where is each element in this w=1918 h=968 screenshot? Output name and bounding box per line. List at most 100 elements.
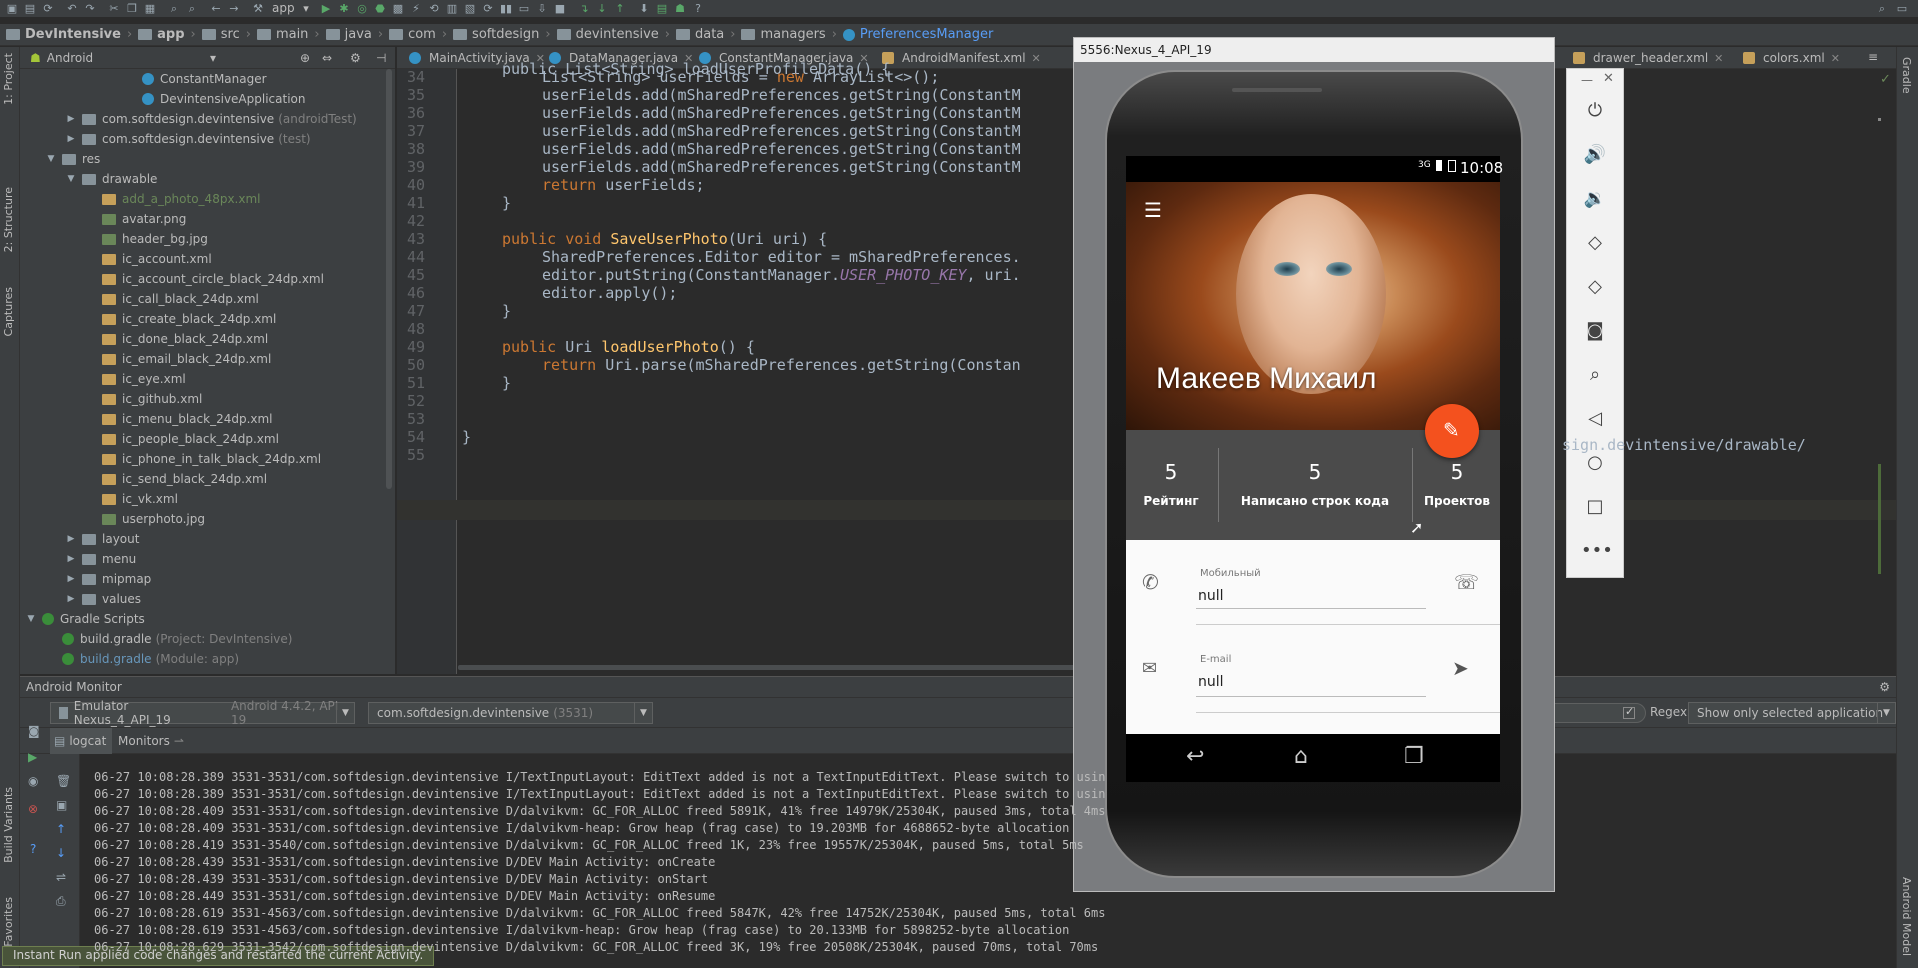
edit-fab-button[interactable]: ✎ xyxy=(1425,404,1479,458)
tree-item[interactable]: ▶ values xyxy=(66,589,142,609)
breadcrumb-item[interactable]: softdesign › xyxy=(453,27,551,42)
avd-manager-icon[interactable]: ▤ xyxy=(656,3,668,15)
favorites-tool-tab[interactable]: Favorites xyxy=(2,897,15,947)
redo-icon[interactable]: ↷ xyxy=(84,3,96,15)
help-icon[interactable]: ? xyxy=(30,842,36,856)
close-icon[interactable]: ✕ xyxy=(1831,52,1840,65)
tree-item[interactable]: build.gradle (Module: app) xyxy=(46,649,239,669)
rotate-left-icon[interactable]: ◇ xyxy=(1581,229,1609,257)
debug-icon[interactable]: ✱ xyxy=(338,3,350,15)
close-icon[interactable]: ✕ xyxy=(1603,71,1614,86)
screenshot-icon[interactable]: ◙ xyxy=(28,724,40,738)
layout-icon[interactable]: ▥ xyxy=(446,3,458,15)
chevron-down-icon[interactable]: ▾ xyxy=(210,51,216,65)
step-over-icon[interactable]: ↴ xyxy=(578,3,590,15)
volume-down-icon[interactable]: 🔉 xyxy=(1581,185,1609,213)
step-out-icon[interactable]: ↑ xyxy=(614,3,626,15)
call-icon[interactable]: ☏ xyxy=(1454,570,1479,594)
sync-icon[interactable]: ⊕ xyxy=(300,51,310,65)
phone-field[interactable]: null xyxy=(1198,588,1224,604)
tree-item[interactable]: ic_send_black_24dp.xml xyxy=(86,469,267,489)
expand-right-icon[interactable]: ▶ xyxy=(66,134,76,144)
breadcrumb-item[interactable]: PreferencesManager xyxy=(842,27,993,42)
tree-item[interactable]: ▼ res xyxy=(46,149,101,169)
menu-icon[interactable]: ☰ xyxy=(1144,198,1162,222)
send-icon[interactable]: ➤ xyxy=(1452,656,1469,680)
cut-icon[interactable]: ✂ xyxy=(108,3,120,15)
project-tool-tab[interactable]: 1: Project xyxy=(2,53,15,105)
gradle-tool-tab[interactable]: Gradle xyxy=(1900,57,1913,94)
chevron-down-icon[interactable]: ▾ xyxy=(300,3,312,15)
hide-icon[interactable]: ⊣ xyxy=(376,51,386,65)
apply-changes-icon[interactable]: ⚡ xyxy=(410,3,422,15)
tree-item[interactable]: ic_done_black_24dp.xml xyxy=(86,329,268,349)
help-icon[interactable]: ? xyxy=(692,3,704,15)
breadcrumb-item[interactable]: managers › xyxy=(741,27,837,42)
arrow-down-icon[interactable]: ↓ xyxy=(56,846,66,860)
tree-item[interactable]: ▼ drawable xyxy=(66,169,158,189)
close-icon[interactable]: ✕ xyxy=(1714,52,1723,65)
tab-list-icon[interactable]: ≡ xyxy=(1868,50,1878,64)
tree-item[interactable]: ic_create_black_24dp.xml xyxy=(86,309,276,329)
expand-right-icon[interactable]: ▶ xyxy=(66,534,76,544)
coverage-icon[interactable]: ▩ xyxy=(392,3,404,15)
find-icon[interactable]: ⌕ xyxy=(168,3,180,15)
tree-item[interactable]: ic_account.xml xyxy=(86,249,212,269)
expand-down-icon[interactable]: ▼ xyxy=(66,174,76,184)
breadcrumb-item[interactable]: devintensive › xyxy=(556,27,670,42)
tree-item[interactable]: ▶ com.softdesign.devintensive (test) xyxy=(66,129,311,149)
tree-item[interactable]: ic_account_circle_black_24dp.xml xyxy=(86,269,324,289)
tree-item[interactable]: userphoto.jpg xyxy=(86,509,205,529)
rotate-right-icon[interactable]: ◇ xyxy=(1581,273,1609,301)
device-selector[interactable]: Emulator Nexus_4_API_19 Android 4.4.2, A… xyxy=(50,699,355,727)
android-model-tool-tab[interactable]: Android Model xyxy=(1900,877,1913,956)
tab-monitors[interactable]: Monitors ⇀ xyxy=(118,728,184,754)
copy-icon[interactable]: ❐ xyxy=(126,3,138,15)
editor-tab[interactable]: drawer_header.xml ✕ xyxy=(1567,47,1729,69)
expand-down-icon[interactable]: ▼ xyxy=(26,614,36,624)
tree-item[interactable]: ic_people_black_24dp.xml xyxy=(86,429,279,449)
screen-icon[interactable]: ▭ xyxy=(518,3,530,15)
tree-item[interactable]: ic_phone_in_talk_black_24dp.xml xyxy=(86,449,321,469)
tree-item[interactable]: header_bg.jpg xyxy=(86,229,208,249)
regex-checkbox[interactable]: ✓ xyxy=(1623,705,1635,719)
breadcrumb-item[interactable]: com › xyxy=(389,27,447,42)
scroll-to-end-icon[interactable]: ▣ xyxy=(56,798,67,812)
profile-icon[interactable]: ◎ xyxy=(356,3,368,15)
stop-icon[interactable]: ⊗ xyxy=(28,802,38,816)
tree-item[interactable]: build.gradle (Project: DevIntensive) xyxy=(46,629,292,649)
back-nav-icon[interactable]: ← xyxy=(210,3,222,15)
reload-icon[interactable]: ⟳ xyxy=(482,3,494,15)
editor-tab[interactable]: AndroidManifest.xml ✕ xyxy=(876,47,1047,69)
sdk-manager-icon[interactable]: ⬇ xyxy=(638,3,650,15)
tree-item[interactable]: DevintensiveApplication xyxy=(126,89,305,109)
expand-right-icon[interactable]: ▶ xyxy=(66,114,76,124)
settings-icon[interactable]: ▭ xyxy=(1896,3,1908,15)
open-folder-icon[interactable]: ▣ xyxy=(6,3,18,15)
gear-icon[interactable]: ⚙ xyxy=(1879,680,1890,694)
build-icon[interactable]: ⚒ xyxy=(252,3,264,15)
breadcrumb-item[interactable]: java › xyxy=(325,27,383,42)
search-everywhere-icon[interactable]: ⌕ xyxy=(1876,3,1888,15)
download-icon[interactable]: ⇩ xyxy=(536,3,548,15)
replace-icon[interactable]: ⌕ xyxy=(186,3,198,15)
email-field[interactable]: null xyxy=(1198,674,1224,690)
tree-item[interactable]: ic_eye.xml xyxy=(86,369,186,389)
tree-item[interactable]: ic_call_black_24dp.xml xyxy=(86,289,259,309)
paste-icon[interactable]: ▦ xyxy=(144,3,156,15)
back-icon[interactable]: ↩ xyxy=(1186,744,1204,769)
camera-icon[interactable]: ◙ xyxy=(1581,317,1609,345)
inspect-icon[interactable]: ▧ xyxy=(464,3,476,15)
project-view-selector[interactable]: Android xyxy=(47,51,93,65)
tree-item[interactable]: ▶ mipmap xyxy=(66,569,152,589)
tree-item[interactable]: ConstantManager xyxy=(126,69,267,89)
expand-right-icon[interactable]: ▶ xyxy=(66,554,76,564)
undo-icon[interactable]: ↶ xyxy=(66,3,78,15)
breadcrumb-item[interactable]: data › xyxy=(675,27,735,42)
build-variants-tool-tab[interactable]: Build Variants xyxy=(2,787,15,863)
tree-item[interactable]: ic_menu_black_24dp.xml xyxy=(86,409,273,429)
save-icon[interactable]: ▤ xyxy=(24,3,36,15)
tree-item[interactable]: add_a_photo_48px.xml xyxy=(86,189,260,209)
run-config-selector[interactable]: app xyxy=(272,1,295,15)
tree-item[interactable]: ic_vk.xml xyxy=(86,489,178,509)
